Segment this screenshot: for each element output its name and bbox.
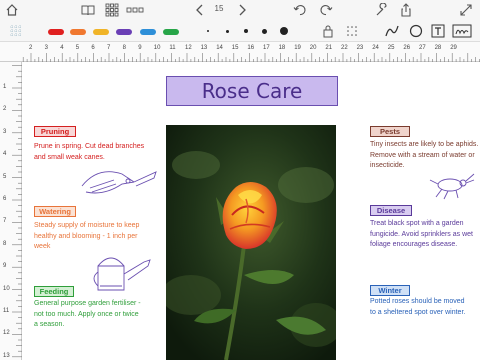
ruler-number: 5 [75, 45, 80, 51]
redo-icon[interactable] [318, 2, 334, 18]
watering-text[interactable]: Steady supply of moisture to keep health… [34, 221, 146, 253]
share-icon[interactable] [398, 2, 414, 18]
pen-size-thickest[interactable] [280, 27, 288, 35]
ruler-number: 11 [3, 308, 10, 314]
ruler-number: 13 [3, 352, 10, 359]
chevron-left-icon[interactable] [192, 2, 208, 18]
pen-size-thick[interactable] [262, 28, 267, 34]
undo-icon[interactable] [292, 2, 308, 18]
ruler-number: 1 [3, 84, 7, 90]
pen-color-purple[interactable] [116, 29, 132, 35]
rose-photo[interactable] [166, 125, 336, 360]
ruler-number: 7 [3, 218, 7, 225]
feeding-label[interactable]: Feeding [34, 286, 74, 297]
chevron-right-icon[interactable] [234, 2, 250, 18]
ruler-number: 3 [3, 128, 7, 135]
ruler-number: 14 [216, 45, 223, 51]
ruler-number: 17 [263, 45, 270, 51]
pen-toolbar [0, 20, 480, 42]
ruler-number: 10 [3, 285, 10, 292]
pen-color-red[interactable] [48, 29, 64, 35]
ruler-number: 12 [185, 45, 192, 51]
pen-size-thinnest[interactable] [207, 30, 209, 32]
ruler-number: 8 [122, 45, 126, 51]
watering-can-sketch [93, 257, 151, 291]
ruler-number: 4 [60, 45, 64, 51]
paper-grid-icon[interactable] [8, 23, 24, 39]
ruler-number: 15 [231, 45, 239, 51]
expand-icon[interactable] [458, 2, 474, 18]
ruler-number: 7 [107, 45, 111, 51]
ruler-number: 6 [3, 196, 7, 202]
shape-icon[interactable] [408, 23, 424, 39]
notebook-page[interactable]: Rose Care Pruning Prune in spring. Cut d… [22, 62, 480, 360]
ruler-number: 23 [356, 45, 364, 51]
feeding-text[interactable]: General purpose garden fertiliser - not … [34, 299, 144, 331]
ruler-number: 28 [434, 45, 442, 51]
ruler-number: 24 [372, 45, 379, 51]
pests-text[interactable]: Tiny insects are likely to be aphids. Re… [370, 140, 480, 172]
pen-tool-icon[interactable] [384, 23, 400, 39]
pruning-text[interactable]: Prune in spring. Cut dead branches and s… [34, 142, 152, 163]
ruler-number: 12 [3, 330, 10, 337]
text-box-icon[interactable] [430, 23, 446, 39]
ruler-number: 9 [3, 263, 7, 270]
ruler-number: 25 [387, 45, 395, 51]
rose-image [166, 125, 336, 360]
ruler-number: 13 [200, 45, 208, 51]
pen-size-medium[interactable] [244, 29, 248, 33]
lock-icon[interactable] [320, 23, 336, 39]
pen-color-yellow[interactable] [93, 29, 109, 35]
ruler-number: 26 [403, 45, 411, 51]
ruler-number: 18 [278, 45, 286, 51]
ruler-number: 16 [247, 45, 255, 51]
watering-label[interactable]: Watering [34, 206, 76, 217]
ruler-number: 27 [419, 45, 426, 51]
ruler-number: 2 [3, 106, 7, 113]
more-icon[interactable] [126, 2, 144, 18]
handwriting-icon[interactable] [452, 23, 472, 39]
ruler-number: 21 [325, 45, 333, 51]
horizontal-ruler: 2 3 4 5 6 7 8 9 10 11 12 13 14 15 16 17 18 19 20 21 22 23 24 25… [0, 42, 480, 62]
page-number[interactable]: 15 [210, 4, 228, 13]
winter-text[interactable]: Potted roses should be moved to a shelte… [370, 297, 470, 318]
winter-label[interactable]: Winter [370, 285, 410, 296]
top-toolbar: 15 [0, 0, 480, 20]
pen-size-thin[interactable] [226, 29, 229, 33]
page-title[interactable]: Rose Care [166, 76, 338, 106]
pruning-label[interactable]: Pruning [34, 126, 76, 137]
pen-color-green[interactable] [163, 29, 179, 35]
pruning-shears-sketch [81, 171, 157, 194]
lasso-icon[interactable] [344, 23, 360, 39]
book-icon[interactable] [80, 2, 96, 18]
ruler-number: 29 [450, 45, 457, 51]
ruler-number: 19 [294, 45, 301, 51]
pen-color-orange[interactable] [70, 29, 86, 35]
ruler-number: 9 [138, 45, 142, 51]
disease-label[interactable]: Disease [370, 205, 412, 216]
ruler-number: 6 [91, 45, 95, 51]
ruler-number: 3 [44, 45, 48, 51]
wrench-icon[interactable] [374, 2, 390, 18]
ruler-number: 4 [3, 151, 7, 158]
ruler-number: 8 [3, 240, 7, 247]
vertical-ruler: 1 2 3 4 5 6 7 8 9 10 11 12 13 [0, 62, 22, 360]
ruler-number: 22 [341, 45, 348, 51]
aphid-sketch [429, 173, 475, 200]
pen-color-blue[interactable] [140, 29, 156, 35]
ruler-number: 20 [309, 45, 317, 51]
ruler-number: 10 [153, 45, 161, 51]
pests-label[interactable]: Pests [370, 126, 410, 137]
ruler-number: 5 [3, 173, 7, 180]
grid-icon[interactable] [104, 2, 120, 18]
ruler-number: 2 [29, 45, 33, 51]
disease-text[interactable]: Treat black spot with a garden fungicide… [370, 219, 480, 251]
ruler-number: 11 [169, 45, 176, 51]
home-icon[interactable] [4, 2, 20, 18]
